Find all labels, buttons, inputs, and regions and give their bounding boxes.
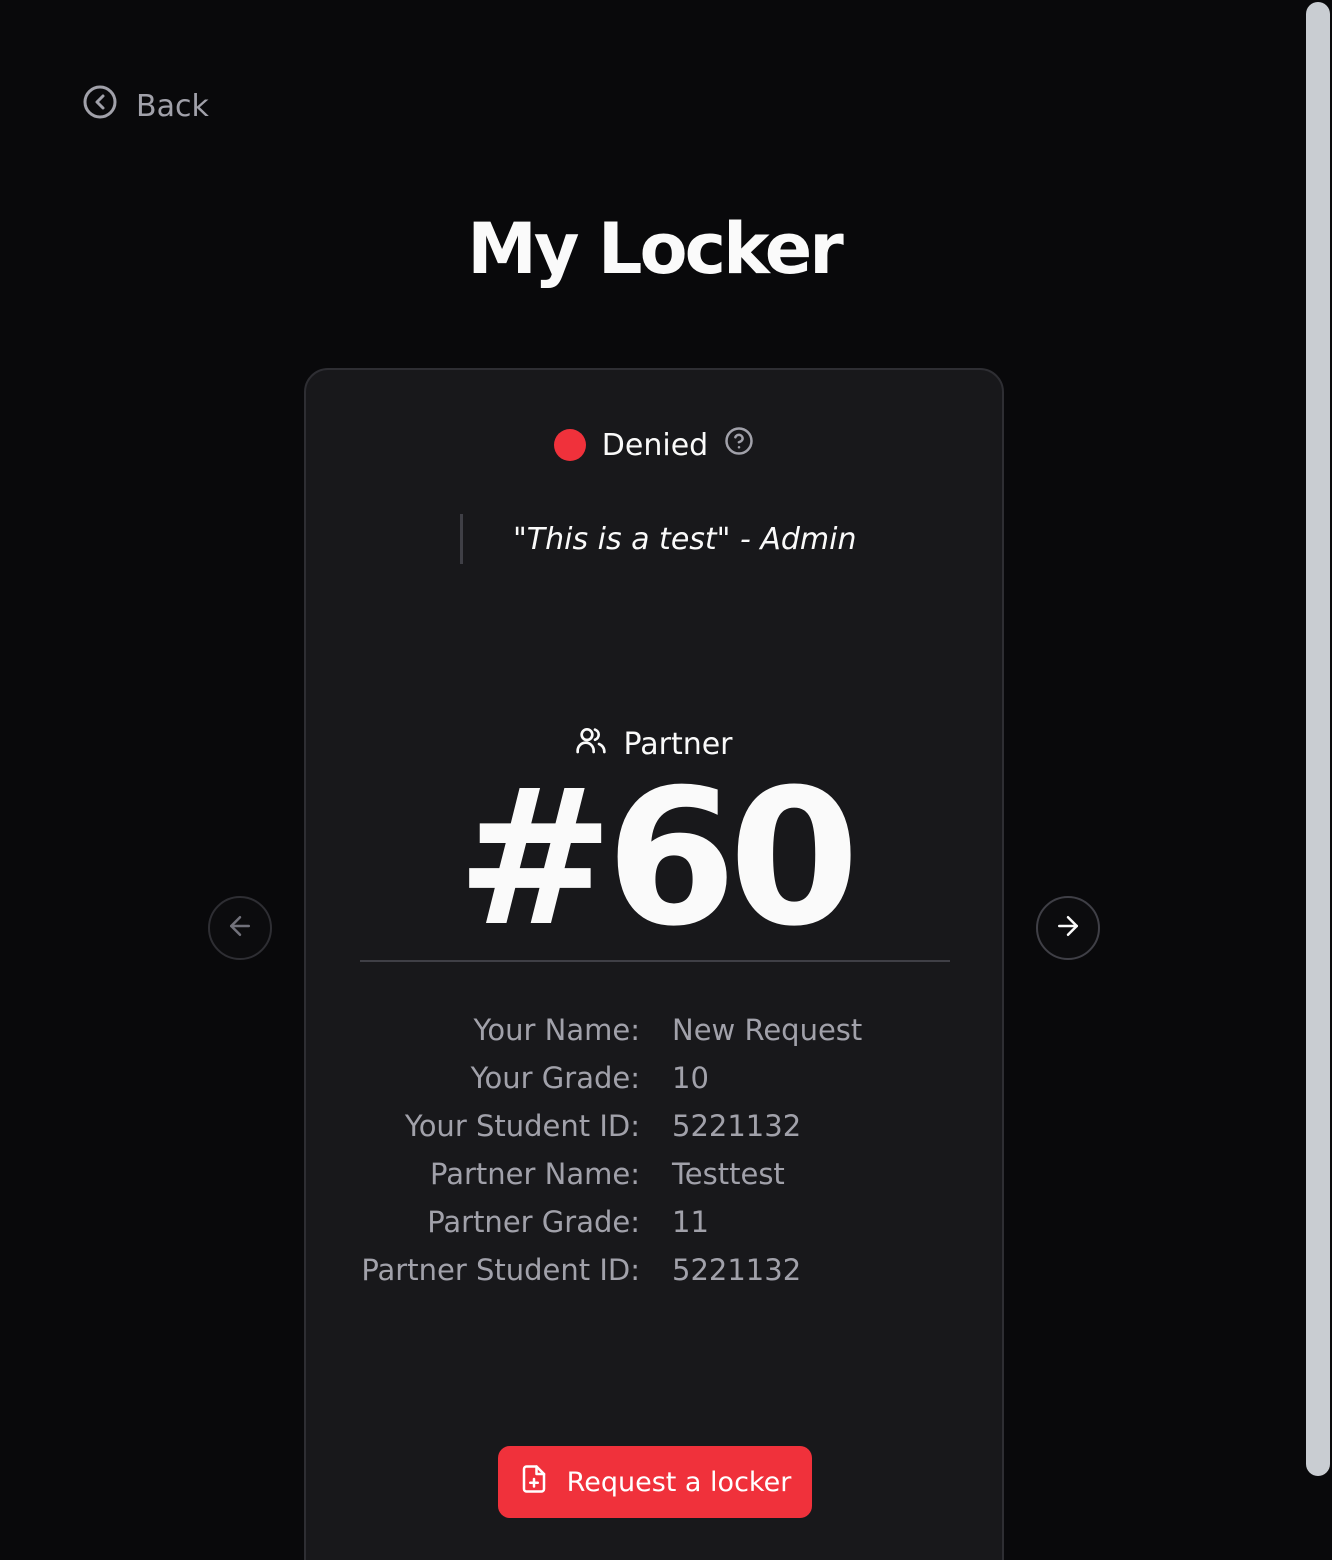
status-row: Denied [306, 426, 1002, 464]
page: Back My Locker Denied "This is a test" -… [0, 0, 1332, 1560]
file-plus-icon [519, 1464, 549, 1501]
detail-row: Your Student ID: 5221132 [306, 1102, 1002, 1150]
back-label: Back [136, 88, 209, 124]
locker-card: Denied "This is a test" - Admin Partner … [304, 368, 1004, 1560]
page-title: My Locker [467, 208, 844, 290]
detail-row: Partner Student ID: 5221132 [306, 1246, 1002, 1294]
detail-label: Your Grade: [470, 1061, 640, 1095]
circle-question-icon[interactable] [724, 426, 754, 464]
status-dot [553, 429, 586, 461]
arrow-right-icon [1053, 911, 1083, 945]
detail-value: 5221132 [672, 1109, 802, 1143]
request-locker-label: Request a locker [566, 1466, 792, 1498]
detail-label: Your Name: [473, 1013, 640, 1047]
request-locker-button[interactable]: Request a locker [498, 1446, 812, 1518]
arrow-left-icon [225, 911, 255, 945]
status-label: Denied [601, 427, 709, 463]
admin-note: "This is a test" - Admin [460, 514, 857, 564]
detail-label: Your Student ID: [404, 1109, 640, 1143]
detail-value: 5221132 [672, 1253, 802, 1287]
detail-row: Partner Name: Testtest [306, 1150, 1002, 1198]
circle-chevron-left-icon [82, 84, 118, 128]
detail-label: Partner Grade: [427, 1205, 640, 1239]
divider [360, 960, 950, 962]
detail-value: New Request [672, 1013, 863, 1047]
detail-value: Testtest [672, 1157, 785, 1191]
detail-label: Partner Name: [430, 1157, 640, 1191]
detail-value: 10 [672, 1061, 709, 1095]
scrollbar-thumb[interactable] [1306, 2, 1330, 1476]
next-locker-button[interactable] [1036, 896, 1100, 960]
detail-label: Partner Student ID: [361, 1253, 640, 1287]
locker-details: Your Name: New Request Your Grade: 10 Yo… [306, 1006, 1002, 1294]
locker-number: #60 [456, 749, 859, 968]
detail-value: 11 [672, 1205, 709, 1239]
detail-row: Your Name: New Request [306, 1006, 1002, 1054]
detail-row: Partner Grade: 11 [306, 1198, 1002, 1246]
back-button[interactable]: Back [82, 84, 209, 128]
scrollbar[interactable] [1304, 0, 1332, 1560]
previous-locker-button[interactable] [208, 896, 272, 960]
detail-row: Your Grade: 10 [306, 1054, 1002, 1102]
